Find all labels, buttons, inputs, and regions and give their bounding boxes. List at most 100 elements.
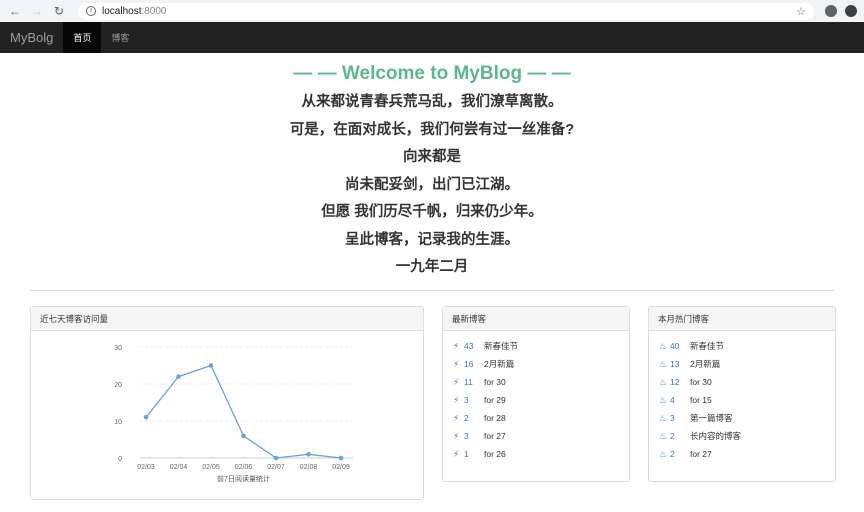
read-count: 43	[464, 341, 474, 351]
list-item[interactable]: ♨ 2 长内容的博客	[649, 427, 835, 445]
reload-icon[interactable]: ↻	[50, 2, 68, 20]
y-tick-label: 0	[118, 456, 122, 463]
blog-title-link[interactable]: for 26	[484, 449, 506, 459]
read-count: 2	[670, 431, 675, 441]
y-tick-label: 10	[114, 419, 122, 426]
data-point	[306, 452, 311, 457]
list-item[interactable]: ♨ 40 新春佳节	[649, 337, 835, 355]
poem-line: 一九年二月	[395, 259, 469, 275]
list-item[interactable]: ⚡ 2 for 28	[443, 409, 629, 427]
read-count: 13	[670, 359, 680, 369]
blog-title-link[interactable]: for 30	[484, 377, 506, 387]
info-icon[interactable]: i	[86, 6, 96, 16]
read-count: 1	[464, 449, 469, 459]
list-item[interactable]: ♨ 3 第一篇博客	[649, 409, 835, 427]
blog-title-link[interactable]: for 15	[690, 395, 712, 405]
bolt-icon: ⚡	[453, 430, 460, 441]
list-item[interactable]: ⚡ 16 2月新篇	[443, 355, 629, 373]
site-brand[interactable]: MyBolg	[0, 22, 63, 53]
nav-item-blog[interactable]: 博客	[101, 22, 139, 53]
bolt-icon: ⚡	[453, 340, 460, 351]
data-point	[273, 455, 279, 461]
y-tick-label: 30	[114, 345, 122, 352]
latest-blogs-heading: 最新博客	[443, 307, 629, 331]
read-count: 12	[670, 377, 680, 387]
list-item[interactable]: ⚡ 43 新春佳节	[443, 337, 629, 355]
list-item[interactable]: ⚡ 1 for 26	[443, 445, 629, 463]
blog-title-link[interactable]: for 27	[690, 449, 712, 459]
read-count: 16	[464, 359, 474, 369]
poem-line: 但愿 我们历尽千帆，归来仍少年。	[321, 204, 543, 220]
fire-icon: ♨	[659, 376, 668, 387]
read-count: 2	[670, 449, 675, 459]
fire-icon: ♨	[659, 340, 668, 351]
nav-item-home[interactable]: 首页	[63, 22, 102, 53]
blog-title-link[interactable]: 新春佳节	[690, 340, 724, 352]
x-axis-label: 前7日阅读量统计	[217, 474, 270, 483]
blog-title-link[interactable]: 2月新篇	[690, 358, 720, 370]
list-item[interactable]: ♨ 2 for 27	[649, 445, 835, 463]
panels-row: 近七天博客访问量 0 10 20 30 02/03 02/04 02/05 02/06 02/0…	[30, 306, 836, 500]
blog-title-link[interactable]: 长内容的博客	[690, 430, 741, 442]
y-tick-label: 20	[114, 382, 122, 389]
download-icon[interactable]	[844, 4, 858, 18]
poem-line: 可是，在面对成长，我们何尝有过一丝准备?	[289, 121, 575, 138]
x-tick-label: 02/05	[202, 464, 220, 471]
read-count: 3	[464, 431, 469, 441]
hot-blogs-panel: 本月热门博客 ♨ 40 新春佳节 ♨ 13 2月新篇 ♨ 12 for 30 ♨ 4 for 15 ♨ 3…	[648, 306, 836, 482]
fire-icon: ♨	[659, 412, 668, 423]
list-item[interactable]: ⚡ 3 for 29	[443, 391, 629, 409]
fire-icon: ♨	[659, 394, 668, 405]
blog-title-link[interactable]: for 28	[484, 413, 506, 423]
poem-line: 从来都说青春兵荒马乱，我们潦草离散。	[301, 94, 563, 110]
hero-section: — — Welcome to MyBlog — — 从来都说青春兵荒马乱，我们潦…	[0, 53, 864, 291]
bolt-icon: ⚡	[453, 448, 460, 459]
profile-icon[interactable]	[824, 4, 838, 18]
list-item[interactable]: ⚡ 11 for 30	[443, 373, 629, 391]
fire-icon: ♨	[659, 358, 668, 369]
hero-divider	[30, 289, 834, 291]
hot-blogs-list: ♨ 40 新春佳节 ♨ 13 2月新篇 ♨ 12 for 30 ♨ 4 for 15 ♨ 3 第一篇博客 ♨ 2…	[649, 331, 835, 463]
forward-arrow-icon[interactable]: →	[28, 2, 46, 20]
blog-title-link[interactable]: for 30	[690, 377, 712, 387]
site-navbar: MyBolg 首页 博客	[0, 22, 864, 53]
list-item[interactable]: ♨ 4 for 15	[649, 391, 835, 409]
read-count: 2	[464, 413, 469, 423]
data-point	[241, 433, 246, 439]
hot-blogs-heading: 本月热门博客	[649, 307, 835, 331]
x-tick-label: 02/06	[235, 464, 253, 471]
hero-poem: 从来都说青春兵荒马乱，我们潦草离散。 可是，在面对成长，我们何尝有过一丝准备? …	[0, 89, 864, 282]
x-tick-label: 02/03	[137, 464, 155, 471]
blog-title-link[interactable]: 第一篇博客	[690, 412, 733, 424]
fire-icon: ♨	[659, 430, 668, 441]
x-tick-label: 02/04	[170, 464, 188, 471]
blog-title-link[interactable]: for 29	[484, 395, 506, 405]
latest-blogs-list: ⚡ 43 新春佳节 ⚡ 16 2月新篇 ⚡ 11 for 30 ⚡ 3 for 29 ⚡ 2 for 28 ⚡…	[443, 331, 629, 463]
read-count: 3	[670, 413, 675, 423]
read-count: 4	[670, 395, 675, 405]
x-tick-label: 02/09	[332, 464, 350, 471]
blog-title-link[interactable]: for 27	[484, 431, 506, 441]
x-tick-label: 02/08	[300, 464, 318, 471]
bolt-icon: ⚡	[453, 412, 460, 423]
data-point	[208, 363, 214, 368]
latest-blogs-panel: 最新博客 ⚡ 43 新春佳节 ⚡ 16 2月新篇 ⚡ 11 for 30 ⚡ 3 for 29 ⚡ 2 fo…	[442, 306, 630, 482]
browser-toolbar: ← → ↻ i localhost:8000 ☆	[0, 0, 864, 22]
poem-line: 呈此博客，记录我的生涯。	[345, 231, 519, 248]
bookmark-star-icon[interactable]: ☆	[796, 5, 806, 18]
bolt-icon: ⚡	[453, 394, 460, 405]
back-arrow-icon[interactable]: ←	[6, 2, 24, 20]
read-count: 40	[670, 341, 680, 351]
list-item[interactable]: ♨ 13 2月新篇	[649, 355, 835, 373]
list-item[interactable]: ⚡ 3 for 27	[443, 427, 629, 445]
address-bar[interactable]: i localhost:8000 ☆	[78, 2, 814, 20]
read-count: 3	[464, 395, 469, 405]
url-host: localhost	[102, 5, 142, 17]
blog-title-link[interactable]: 2月新篇	[484, 358, 514, 370]
bolt-icon: ⚡	[453, 358, 460, 369]
data-point	[176, 374, 181, 379]
list-item[interactable]: ♨ 12 for 30	[649, 373, 835, 391]
data-point	[143, 415, 149, 420]
blog-title-link[interactable]: 新春佳节	[484, 340, 518, 352]
visits-line-chart: 0 10 20 30 02/03 02/04 02/05 02/06 02/07 02/08 02/…	[114, 345, 353, 483]
